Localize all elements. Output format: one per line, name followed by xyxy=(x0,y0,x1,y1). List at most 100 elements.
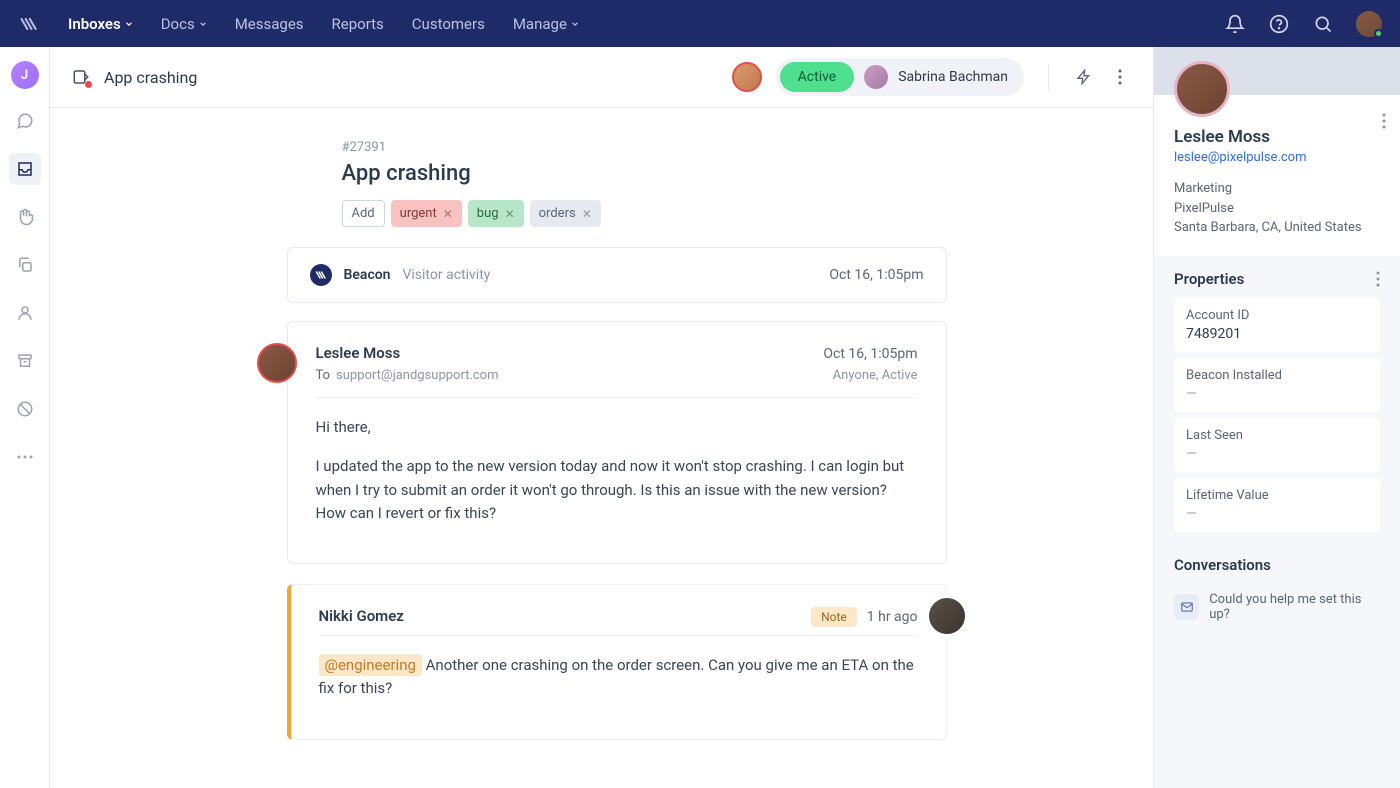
property-account-id[interactable]: Account ID 7489201 xyxy=(1174,298,1380,352)
conversation-title: App crashing xyxy=(104,68,197,87)
event-title: Beacon xyxy=(344,267,391,283)
nav-docs[interactable]: Docs xyxy=(161,15,207,33)
topnav-actions xyxy=(1224,11,1382,37)
mail-icon xyxy=(1174,594,1199,620)
copy-icon[interactable] xyxy=(9,249,41,281)
remove-tag-icon[interactable]: ✕ xyxy=(443,207,453,221)
remove-tag-icon[interactable]: ✕ xyxy=(505,207,515,221)
tag-label: bug xyxy=(477,206,499,221)
property-lifetime-value[interactable]: Lifetime Value — xyxy=(1174,478,1380,532)
kebab-icon[interactable] xyxy=(1109,66,1131,88)
nav-items: Inboxes Docs Messages Reports Customers … xyxy=(68,15,579,33)
bolt-icon[interactable] xyxy=(1073,66,1095,88)
tag-bug[interactable]: bug ✕ xyxy=(468,200,524,227)
tag-list: Add urgent ✕ bug ✕ orders ✕ xyxy=(342,200,922,227)
search-icon[interactable] xyxy=(1312,13,1334,35)
left-rail: J xyxy=(0,47,50,788)
remove-tag-icon[interactable]: ✕ xyxy=(582,207,592,221)
note-mention[interactable]: @engineering xyxy=(319,654,422,676)
top-nav: Inboxes Docs Messages Reports Customers … xyxy=(0,0,1400,47)
tag-label: urgent xyxy=(400,206,437,221)
user-icon[interactable] xyxy=(9,297,41,329)
nav-label: Customers xyxy=(412,15,485,33)
hand-icon[interactable] xyxy=(9,201,41,233)
property-beacon-installed[interactable]: Beacon Installed — xyxy=(1174,358,1380,412)
app-logo[interactable] xyxy=(18,13,40,35)
nav-messages[interactable]: Messages xyxy=(235,15,304,33)
conversation-item[interactable]: Could you help me set this up? xyxy=(1174,584,1380,630)
customer-avatar-small[interactable] xyxy=(732,62,762,92)
message-avatar xyxy=(257,343,297,383)
tag-urgent[interactable]: urgent ✕ xyxy=(391,200,462,227)
chat-icon[interactable] xyxy=(9,105,41,137)
property-value: — xyxy=(1186,506,1368,522)
message-greeting: Hi there, xyxy=(316,416,918,439)
note-pill: Note xyxy=(811,607,857,627)
beacon-icon xyxy=(310,264,332,286)
tag-orders[interactable]: orders ✕ xyxy=(530,200,601,227)
property-value: 7489201 xyxy=(1186,326,1368,342)
tag-label: orders xyxy=(539,206,576,221)
property-value: — xyxy=(1186,386,1368,402)
property-value: — xyxy=(1186,446,1368,462)
nav-label: Docs xyxy=(161,15,195,33)
beacon-event: Beacon Visitor activity Oct 16, 1:05pm xyxy=(257,247,947,303)
assignee-chip[interactable]: Active Sabrina Bachman xyxy=(776,58,1024,96)
assignee-avatar xyxy=(864,65,888,89)
nav-label: Messages xyxy=(235,15,304,33)
conversation-pane: App crashing Active Sabrina Bachman #273… xyxy=(50,47,1154,788)
customer-panel: Leslee Moss leslee@pixelpulse.com Market… xyxy=(1154,47,1400,788)
internal-note: Nikki Gomez Note 1 hr ago @engineering An… xyxy=(257,584,947,740)
event-card[interactable]: Beacon Visitor activity Oct 16, 1:05pm xyxy=(287,247,947,303)
message-time: Oct 16, 1:05pm xyxy=(823,346,917,362)
user-avatar[interactable] xyxy=(1356,11,1382,37)
property-key: Beacon Installed xyxy=(1186,368,1368,383)
note-from: Nikki Gomez xyxy=(319,607,404,625)
nav-inboxes[interactable]: Inboxes xyxy=(68,15,133,33)
properties-more-icon[interactable] xyxy=(1376,271,1380,287)
nav-label: Reports xyxy=(332,15,384,33)
note-body: @engineering Another one crashing on the… xyxy=(319,654,918,701)
message-to: support@jandgsupport.com xyxy=(336,368,498,383)
property-last-seen[interactable]: Last Seen — xyxy=(1174,418,1380,472)
status-pill[interactable]: Active xyxy=(780,62,855,92)
to-label: To xyxy=(316,368,331,383)
note-time: 1 hr ago xyxy=(867,609,918,625)
message-from: Leslee Moss xyxy=(316,344,401,362)
conversation-id: #27391 xyxy=(342,140,922,155)
nav-manage[interactable]: Manage xyxy=(513,15,579,33)
note-avatar xyxy=(927,596,967,636)
nav-label: Manage xyxy=(513,15,567,33)
archive-icon[interactable] xyxy=(9,345,41,377)
customer-company: PixelPulse xyxy=(1174,199,1380,219)
divider xyxy=(1048,64,1049,90)
property-key: Lifetime Value xyxy=(1186,488,1368,503)
property-key: Last Seen xyxy=(1186,428,1368,443)
conversation-item-text: Could you help me set this up? xyxy=(1209,592,1380,622)
note-card: Nikki Gomez Note 1 hr ago @engineering An… xyxy=(287,584,947,740)
nav-label: Inboxes xyxy=(68,15,121,33)
help-icon[interactable] xyxy=(1268,13,1290,35)
message-routing: Anyone, Active xyxy=(833,368,918,383)
conversations-title: Conversations xyxy=(1174,556,1271,574)
conversation-subject: App crashing xyxy=(342,161,922,186)
notifications-icon[interactable] xyxy=(1224,13,1246,35)
conversation-scroll[interactable]: #27391 App crashing Add urgent ✕ bug ✕ ord… xyxy=(50,108,1153,788)
customer-avatar[interactable] xyxy=(1174,61,1230,117)
properties-section: Properties Account ID 7489201 Beacon Ins… xyxy=(1154,256,1400,542)
event-time: Oct 16, 1:05pm xyxy=(829,267,923,283)
message-text: I updated the app to the new version tod… xyxy=(316,455,918,525)
inbox-icon[interactable] xyxy=(9,153,41,185)
nav-reports[interactable]: Reports xyxy=(332,15,384,33)
assignee-name: Sabrina Bachman xyxy=(898,69,1008,85)
block-icon[interactable] xyxy=(9,393,41,425)
workspace-avatar[interactable]: J xyxy=(11,61,39,89)
customer-email[interactable]: leslee@pixelpulse.com xyxy=(1174,150,1380,165)
nav-customers[interactable]: Customers xyxy=(412,15,485,33)
customer-more-icon[interactable] xyxy=(1382,113,1386,129)
presence-dot xyxy=(1374,29,1383,38)
add-tag-button[interactable]: Add xyxy=(342,200,385,227)
conversation-meta: #27391 App crashing Add urgent ✕ bug ✕ ord… xyxy=(282,140,922,227)
conversation-header: App crashing Active Sabrina Bachman xyxy=(50,47,1153,108)
more-icon[interactable] xyxy=(9,441,41,473)
